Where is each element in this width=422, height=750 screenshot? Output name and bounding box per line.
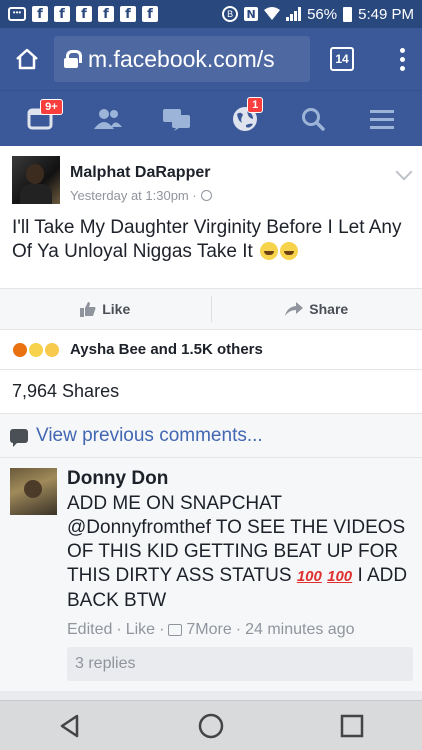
- facebook-notification-icon: f: [54, 6, 70, 22]
- wifi-icon: [264, 7, 281, 20]
- avatar-shirt: [20, 184, 52, 204]
- messages-icon: [162, 108, 190, 131]
- news-feed-tab[interactable]: 9+: [16, 95, 64, 143]
- like-button[interactable]: Like: [0, 301, 211, 317]
- signal-icon: [286, 7, 302, 21]
- reactions-summary[interactable]: Aysha Bee and 1.5K others: [0, 330, 422, 370]
- url-text: m.facebook.com/s: [88, 45, 275, 72]
- comment-bubble-icon: [10, 428, 28, 447]
- url-bar[interactable]: m.facebook.com/s: [54, 36, 310, 82]
- comment: Donny Don ADD ME ON SNAPCHAT @Donnyfromt…: [0, 458, 422, 691]
- message-icon: •••: [8, 7, 26, 21]
- search-icon: [302, 107, 326, 131]
- dot-icon: [399, 56, 405, 62]
- comment-reactions-count[interactable]: 7More: [186, 621, 231, 639]
- comment-meta: Edited · Like · 7More · 24 minutes ago: [67, 621, 413, 639]
- facebook-notification-icon: f: [76, 6, 92, 22]
- facebook-notification-icon: f: [142, 6, 158, 22]
- post-timestamp[interactable]: Yesterday at 1:30pm ·: [70, 188, 212, 203]
- facebook-notification-icon: f: [32, 6, 48, 22]
- home-button[interactable]: [10, 42, 44, 76]
- post-text: I'll Take My Daughter Virginity Before I…: [0, 214, 422, 288]
- meta-separator: ·: [159, 621, 165, 638]
- dot-icon: [399, 47, 405, 53]
- notifications-badge: 1: [247, 96, 264, 113]
- friend-requests-tab[interactable]: [84, 95, 132, 143]
- commenter-avatar[interactable]: [10, 468, 57, 515]
- comment-text-part1: ADD ME ON SNAPCHAT @Donnyfromthef TO SEE…: [67, 493, 406, 586]
- dot-icon: [399, 65, 405, 71]
- post-card: Malphat DaRapper Yesterday at 1:30pm · I…: [0, 146, 422, 691]
- view-previous-label: View previous comments...: [36, 424, 263, 446]
- battery-percent: 56%: [307, 5, 338, 23]
- post-time-text: Yesterday at 1:30pm ·: [70, 188, 197, 203]
- comment-body: Donny Don ADD ME ON SNAPCHAT @Donnyfromt…: [67, 468, 413, 681]
- hamburger-menu-icon: [369, 109, 394, 129]
- home-icon: [16, 48, 38, 70]
- reactions-text: Aysha Bee and 1.5K others: [70, 341, 263, 358]
- view-previous-comments-link[interactable]: View previous comments...: [0, 414, 422, 458]
- thumbs-up-icon: [80, 301, 96, 317]
- thumbs-up-outline-icon: [168, 624, 183, 636]
- overflow-menu-button[interactable]: [392, 47, 412, 71]
- home-nav-button[interactable]: [197, 712, 225, 740]
- like-label: Like: [102, 301, 131, 317]
- post-meta: Malphat DaRapper Yesterday at 1:30pm ·: [70, 156, 212, 204]
- system-status: B N 56% 5:49 PM: [222, 6, 414, 23]
- facebook-notification-icon: f: [98, 6, 114, 22]
- android-navigation-bar: [0, 700, 422, 750]
- tears-of-joy-emoji: [260, 242, 279, 260]
- shares-count[interactable]: 7,964 Shares: [0, 370, 422, 414]
- tears-of-joy-emoji: [280, 242, 299, 260]
- nfc-icon: N: [244, 7, 259, 21]
- haha-reaction-icon: [28, 341, 44, 358]
- friends-icon: [94, 108, 123, 129]
- notifications-tab[interactable]: 1: [221, 95, 269, 143]
- author-avatar[interactable]: [12, 156, 60, 204]
- facebook-nav-bar: 9+ 1: [0, 90, 422, 146]
- share-arrow-icon: [285, 302, 304, 316]
- recent-apps-button[interactable]: [339, 713, 365, 739]
- messages-tab[interactable]: [153, 95, 201, 143]
- meta-separator: ·: [235, 621, 242, 638]
- post-action-bar: Like Share: [0, 288, 422, 330]
- angry-reaction-icon: [12, 341, 28, 358]
- facebook-notification-icon: f: [120, 6, 136, 22]
- edited-label[interactable]: Edited: [67, 621, 112, 639]
- tab-switcher-button[interactable]: 14: [330, 47, 354, 71]
- share-button[interactable]: Share: [212, 301, 422, 317]
- view-replies-button[interactable]: 3 replies: [67, 647, 413, 681]
- comment-text: ADD ME ON SNAPCHAT @Donnyfromthef TO SEE…: [67, 492, 413, 613]
- clock: 5:49 PM: [358, 5, 414, 23]
- browser-toolbar: m.facebook.com/s 14: [0, 28, 422, 90]
- post-body: I'll Take My Daughter Virginity Before I…: [12, 217, 402, 262]
- notification-icons: ••• f f f f f f: [8, 6, 158, 22]
- comment-like-button[interactable]: Like: [126, 621, 155, 639]
- meta-separator: ·: [116, 621, 122, 638]
- wow-reaction-icon: [44, 341, 60, 358]
- privacy-globe-icon: [200, 190, 212, 201]
- post-author-name[interactable]: Malphat DaRapper: [70, 164, 212, 182]
- commenter-name[interactable]: Donny Don: [67, 468, 413, 490]
- share-label: Share: [309, 301, 349, 317]
- comment-time: 24 minutes ago: [245, 621, 355, 638]
- news-feed-badge: 9+: [40, 98, 63, 115]
- hundred-points-emoji: 100: [327, 568, 353, 585]
- more-menu-tab[interactable]: [358, 95, 406, 143]
- back-button[interactable]: [57, 713, 83, 739]
- battery-icon: [343, 6, 353, 22]
- hundred-points-emoji: 100: [296, 568, 322, 585]
- chevron-down-icon[interactable]: [395, 163, 413, 181]
- status-bar: ••• f f f f f f B N 56% 5:49 PM: [0, 0, 422, 28]
- search-tab[interactable]: [289, 95, 337, 143]
- lock-icon: [64, 50, 82, 68]
- post-header: Malphat DaRapper Yesterday at 1:30pm ·: [0, 146, 422, 214]
- bluetooth-icon: B: [222, 6, 239, 22]
